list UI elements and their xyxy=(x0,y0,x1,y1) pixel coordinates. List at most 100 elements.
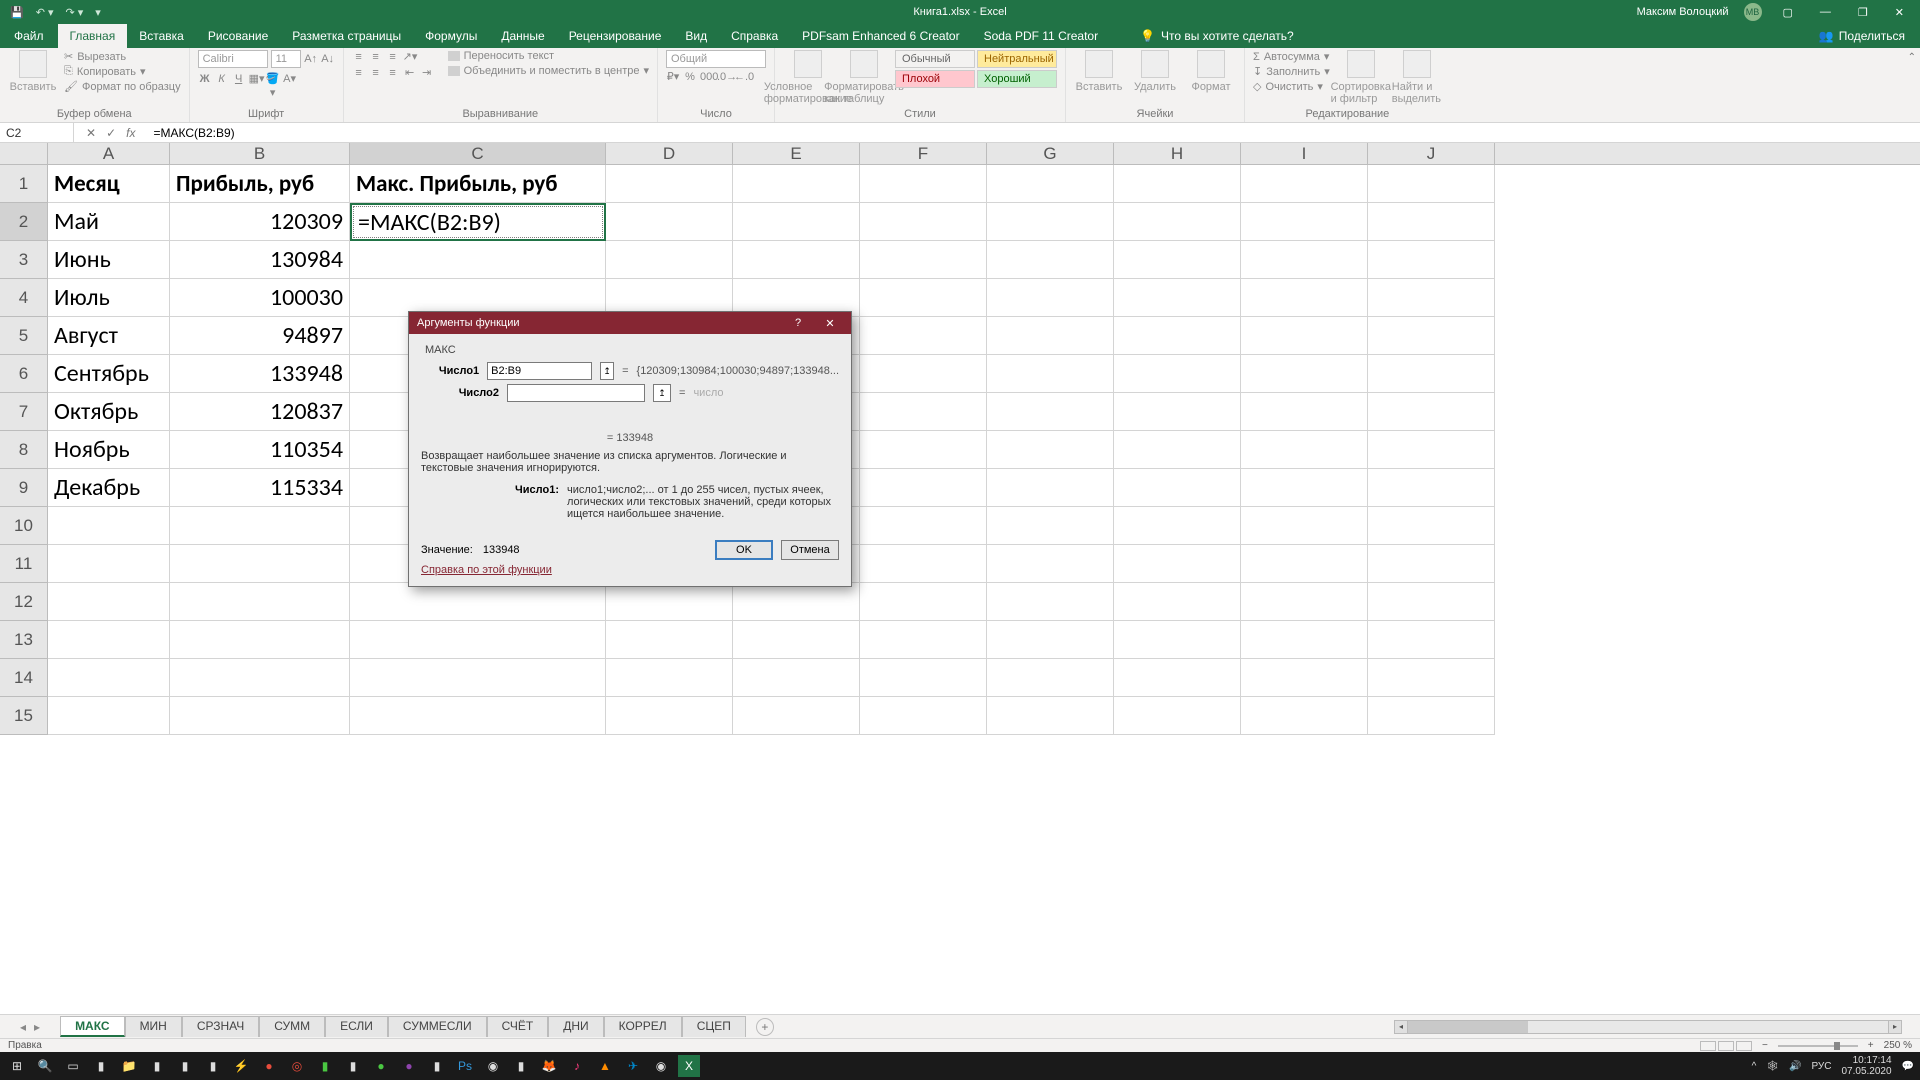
cell[interactable] xyxy=(48,507,170,545)
dialog-help-link[interactable]: Справка по этой функции xyxy=(421,564,552,576)
app-icon-14[interactable]: ▮ xyxy=(510,1055,532,1077)
align-middle-icon[interactable]: ≡ xyxy=(369,50,383,64)
cell[interactable] xyxy=(1114,203,1241,241)
app-icon-6[interactable]: ● xyxy=(258,1055,280,1077)
style-good[interactable]: Хороший xyxy=(977,70,1057,88)
cell[interactable] xyxy=(987,355,1114,393)
clock[interactable]: 10:17:14 07.05.2020 xyxy=(1841,1055,1891,1077)
cell[interactable] xyxy=(1241,165,1368,203)
cell[interactable] xyxy=(1368,469,1495,507)
app-icon-3[interactable]: ▮ xyxy=(174,1055,196,1077)
row-header[interactable]: 2 xyxy=(0,203,48,241)
cell[interactable]: Ноябрь xyxy=(48,431,170,469)
app-icon-5[interactable]: ⚡ xyxy=(230,1055,252,1077)
cell[interactable] xyxy=(733,659,860,697)
cell[interactable] xyxy=(170,507,350,545)
cell[interactable] xyxy=(1368,431,1495,469)
dialog-close-icon[interactable]: ✕ xyxy=(817,317,843,330)
cell[interactable] xyxy=(1368,659,1495,697)
vlc-icon[interactable]: ▲ xyxy=(594,1055,616,1077)
cell[interactable] xyxy=(48,545,170,583)
col-header-D[interactable]: D xyxy=(606,143,733,164)
font-color-button[interactable]: A▾ xyxy=(283,72,297,86)
cell[interactable] xyxy=(606,621,733,659)
cell[interactable] xyxy=(1114,697,1241,735)
cell[interactable] xyxy=(170,697,350,735)
cell[interactable] xyxy=(987,469,1114,507)
cell[interactable] xyxy=(987,431,1114,469)
wrap-text-button[interactable]: Переносить текст xyxy=(448,50,649,62)
select-all-corner[interactable] xyxy=(0,143,48,164)
cell[interactable]: 120309 xyxy=(170,203,350,241)
cell[interactable] xyxy=(1114,621,1241,659)
sheet-tab[interactable]: СРЗНАЧ xyxy=(182,1016,259,1037)
firefox-icon[interactable]: 🦊 xyxy=(538,1055,560,1077)
cell[interactable] xyxy=(1241,203,1368,241)
cell[interactable] xyxy=(606,165,733,203)
row-header[interactable]: 9 xyxy=(0,469,48,507)
borders-button[interactable]: ▦▾ xyxy=(249,72,263,86)
cell[interactable] xyxy=(350,583,606,621)
comma-icon[interactable]: 000 xyxy=(700,70,714,84)
cell[interactable] xyxy=(170,583,350,621)
format-painter-button[interactable]: 🖌Формат по образцу xyxy=(64,80,181,93)
cell[interactable]: 115334 xyxy=(170,469,350,507)
cell[interactable] xyxy=(1114,241,1241,279)
cell[interactable] xyxy=(350,659,606,697)
tab-home[interactable]: Главная xyxy=(58,24,128,48)
cell[interactable] xyxy=(1241,431,1368,469)
cell[interactable]: Октябрь xyxy=(48,393,170,431)
col-header-I[interactable]: I xyxy=(1241,143,1368,164)
cell[interactable] xyxy=(987,317,1114,355)
sheet-next-icon[interactable]: ▸ xyxy=(34,1020,40,1034)
sheet-tab[interactable]: КОРРЕЛ xyxy=(604,1016,682,1037)
cell[interactable] xyxy=(1368,621,1495,659)
view-break-icon[interactable] xyxy=(1736,1041,1752,1051)
style-neutral[interactable]: Нейтральный xyxy=(977,50,1057,68)
cell[interactable] xyxy=(987,393,1114,431)
col-header-B[interactable]: B xyxy=(170,143,350,164)
cell[interactable] xyxy=(1368,507,1495,545)
cell[interactable] xyxy=(1114,355,1241,393)
undo-icon[interactable]: ↶ ▾ xyxy=(36,6,54,19)
align-left-icon[interactable]: ≡ xyxy=(352,66,366,80)
align-top-icon[interactable]: ≡ xyxy=(352,50,366,64)
cell[interactable] xyxy=(170,545,350,583)
cell[interactable] xyxy=(987,545,1114,583)
row-header[interactable]: 6 xyxy=(0,355,48,393)
fx-icon[interactable]: fx xyxy=(126,126,135,140)
cell[interactable] xyxy=(1368,355,1495,393)
app-icon-2[interactable]: ▮ xyxy=(146,1055,168,1077)
row-header[interactable]: 10 xyxy=(0,507,48,545)
cell[interactable] xyxy=(1241,393,1368,431)
cell[interactable] xyxy=(606,659,733,697)
language-indicator[interactable]: РУС xyxy=(1811,1061,1831,1072)
telegram-icon[interactable]: ✈ xyxy=(622,1055,644,1077)
steam-icon[interactable]: ◉ xyxy=(482,1055,504,1077)
tell-me[interactable]: 💡 Что вы хотите сделать? xyxy=(1140,29,1294,43)
collapse-ribbon-icon[interactable]: ⌃ xyxy=(1908,52,1916,63)
align-center-icon[interactable]: ≡ xyxy=(369,66,383,80)
currency-icon[interactable]: ₽▾ xyxy=(666,70,680,84)
tab-view[interactable]: Вид xyxy=(673,24,719,48)
cell[interactable] xyxy=(48,659,170,697)
formula-input[interactable]: =МАКС(B2:B9) xyxy=(147,126,1920,140)
percent-icon[interactable]: % xyxy=(683,70,697,84)
cell[interactable]: Декабрь xyxy=(48,469,170,507)
format-cells-button[interactable]: Формат xyxy=(1186,50,1236,93)
cell[interactable] xyxy=(1241,469,1368,507)
cell[interactable] xyxy=(350,697,606,735)
cell[interactable] xyxy=(48,583,170,621)
cell[interactable] xyxy=(1114,165,1241,203)
share-button[interactable]: 👥 Поделиться xyxy=(1819,29,1905,43)
delete-cells-button[interactable]: Удалить xyxy=(1130,50,1180,93)
cell[interactable] xyxy=(987,241,1114,279)
sheet-tab[interactable]: СЧЁТ xyxy=(487,1016,549,1037)
format-as-table-button[interactable]: Форматировать как таблицу xyxy=(839,50,889,105)
cell[interactable] xyxy=(1368,241,1495,279)
zoom-level[interactable]: 250 % xyxy=(1884,1040,1912,1051)
cell[interactable]: 130984 xyxy=(170,241,350,279)
minimize-icon[interactable]: — xyxy=(1814,4,1837,20)
sheet-tab[interactable]: МАКС xyxy=(60,1016,125,1037)
cell[interactable]: Сентябрь xyxy=(48,355,170,393)
